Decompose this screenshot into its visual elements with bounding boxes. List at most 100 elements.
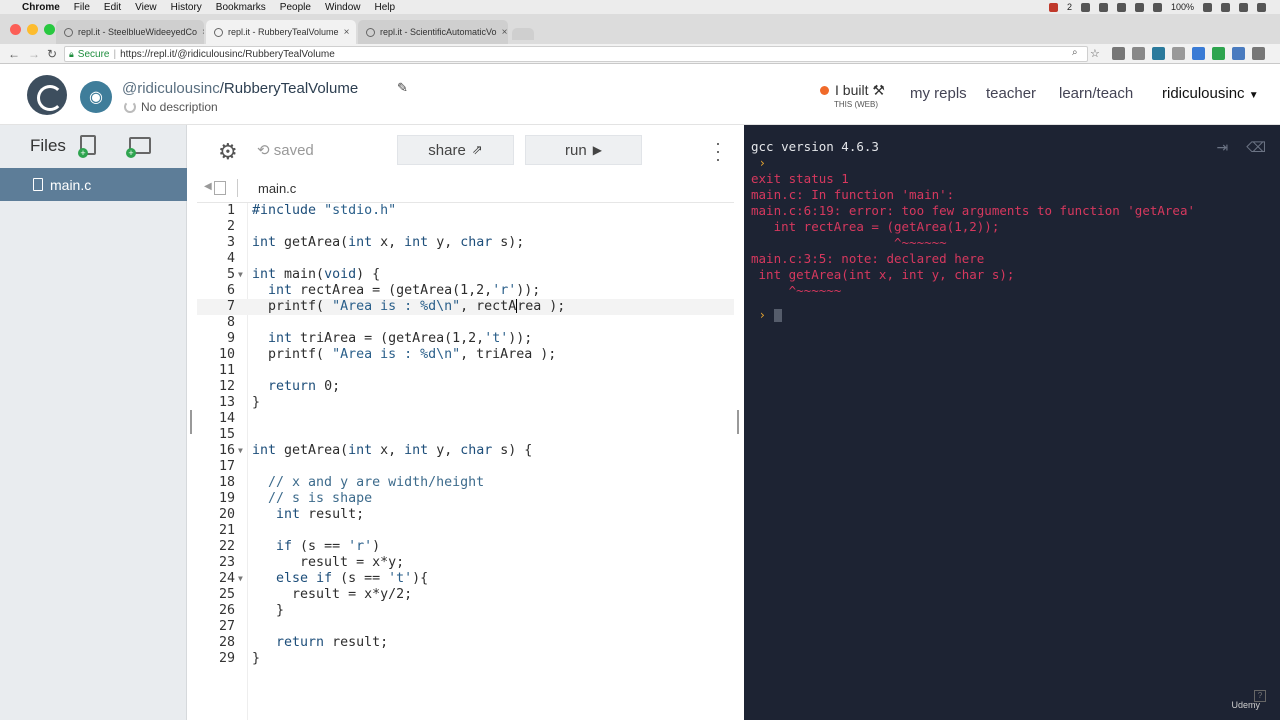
- url-field[interactable]: 🔒︎ Secure | https://repl.it/@ridiculousi…: [64, 46, 1088, 62]
- code-line[interactable]: 3 int getArea(int x, int y, char s);: [197, 235, 734, 251]
- add-folder-plus-icon[interactable]: +: [126, 148, 136, 158]
- fold-toggle-icon[interactable]: ▼: [238, 571, 243, 587]
- record-icon[interactable]: [1048, 2, 1058, 12]
- tab-scroll-left-icon[interactable]: ◀: [204, 181, 212, 192]
- browser-tab-1[interactable]: repl.it - SteelblueWideeyedCo ×: [56, 20, 204, 44]
- cloud-icon[interactable]: [1098, 2, 1108, 12]
- avatar[interactable]: ◉: [80, 81, 112, 113]
- repl-description[interactable]: No description: [124, 100, 218, 114]
- extension-icon[interactable]: [1252, 47, 1265, 60]
- clear-console-icon[interactable]: ⌫: [1246, 139, 1266, 156]
- code-line[interactable]: 22 if (s == 'r'): [197, 539, 734, 555]
- menu-people[interactable]: People: [280, 2, 311, 13]
- fold-toggle-icon[interactable]: ▼: [238, 267, 243, 283]
- code-line[interactable]: 19 // s is shape: [197, 491, 734, 507]
- notification-center-icon[interactable]: [1257, 2, 1266, 12]
- code-line[interactable]: 16 ▼ int getArea(int x, int y, char s) {: [197, 443, 734, 459]
- editor-resize-handle[interactable]: [737, 410, 739, 434]
- extension-icon[interactable]: [1212, 47, 1225, 60]
- search-icon[interactable]: [1239, 2, 1248, 12]
- code-line[interactable]: 13}: [197, 395, 734, 411]
- code-line[interactable]: 20 int result;: [197, 507, 734, 523]
- close-tab-icon[interactable]: ×: [502, 27, 508, 38]
- fold-toggle-icon[interactable]: ▼: [238, 443, 243, 459]
- wifi-icon[interactable]: [1134, 2, 1144, 12]
- gear-icon[interactable]: ⚙: [218, 139, 238, 165]
- code-line[interactable]: 14: [197, 411, 734, 427]
- nav-teacher[interactable]: teacher: [986, 85, 1036, 102]
- volume-icon[interactable]: [1152, 2, 1162, 12]
- code-line[interactable]: 15: [197, 427, 734, 443]
- code-line[interactable]: 8: [197, 315, 734, 331]
- dropbox-icon[interactable]: [1080, 2, 1090, 12]
- expand-console-icon[interactable]: ⇥: [1216, 139, 1228, 156]
- close-tab-icon[interactable]: ×: [202, 27, 204, 38]
- code-line[interactable]: 2: [197, 219, 734, 235]
- menu-window[interactable]: Window: [325, 2, 361, 13]
- share-button[interactable]: share ⇗: [397, 135, 514, 165]
- replit-logo-icon[interactable]: [27, 75, 67, 115]
- minimize-window-icon[interactable]: [27, 24, 38, 35]
- nav-learn-teach[interactable]: learn/teach: [1059, 85, 1133, 102]
- code-line[interactable]: 21: [197, 523, 734, 539]
- menu-history[interactable]: History: [171, 2, 202, 13]
- battery-icon[interactable]: [1203, 2, 1212, 12]
- forward-icon[interactable]: →: [28, 47, 40, 61]
- extension-icon[interactable]: [1232, 47, 1245, 60]
- new-tab-button[interactable]: [512, 28, 534, 40]
- menu-bookmarks[interactable]: Bookmarks: [216, 2, 266, 13]
- code-line[interactable]: 26 }: [197, 603, 734, 619]
- code-line[interactable]: 18 // x and y are width/height: [197, 475, 734, 491]
- run-button[interactable]: run ▶: [525, 135, 642, 165]
- reload-icon[interactable]: ↻: [47, 47, 57, 61]
- extension-icon[interactable]: [1152, 47, 1165, 60]
- console-panel[interactable]: gcc version 4.6.3 › exit status 1 main.c: …: [744, 125, 1280, 720]
- extension-icon[interactable]: [1112, 47, 1125, 60]
- code-line[interactable]: 4: [197, 251, 734, 267]
- menu-view[interactable]: View: [135, 2, 157, 13]
- add-file-plus-icon[interactable]: +: [78, 148, 88, 158]
- user-menu[interactable]: ridiculousinc ▼: [1162, 85, 1259, 102]
- menu-file[interactable]: File: [74, 2, 90, 13]
- back-icon[interactable]: ←: [8, 47, 20, 61]
- menu-edit[interactable]: Edit: [104, 2, 121, 13]
- files-resize-handle[interactable]: [190, 410, 192, 434]
- code-line[interactable]: 9 int triArea = (getArea(1,2,'t'));: [197, 331, 734, 347]
- close-tab-icon[interactable]: ×: [344, 27, 350, 38]
- extension-icon[interactable]: [1132, 47, 1145, 60]
- zoom-window-icon[interactable]: [44, 24, 55, 35]
- code-line[interactable]: 1 #include "stdio.h": [197, 203, 734, 219]
- browser-tab-3[interactable]: repl.it - ScientificAutomaticVo ×: [358, 20, 508, 44]
- more-options-icon[interactable]: · · ·: [715, 134, 721, 168]
- code-line[interactable]: 27: [197, 619, 734, 635]
- browser-tab-2[interactable]: repl.it - RubberyTealVolume ×: [206, 20, 356, 44]
- extension-icon[interactable]: [1192, 47, 1205, 60]
- code-line[interactable]: 23 result = x*y;: [197, 555, 734, 571]
- tab-main-c[interactable]: main.c: [258, 181, 296, 196]
- code-line[interactable]: 29}: [197, 651, 734, 667]
- close-window-icon[interactable]: [10, 24, 21, 35]
- edit-pencil-icon[interactable]: ✎: [397, 80, 408, 96]
- file-item-main-c[interactable]: main.c: [0, 168, 187, 201]
- code-line[interactable]: 6 int rectArea = (getArea(1,2,'r'));: [197, 283, 734, 299]
- code-line[interactable]: 24 ▼ else if (s == 't'){: [197, 571, 734, 587]
- menu-help[interactable]: Help: [375, 2, 396, 13]
- code-line[interactable]: 10 printf( "Area is : %d\n", triArea );: [197, 347, 734, 363]
- user-icon[interactable]: [1221, 2, 1230, 12]
- zoom-icon[interactable]: ⌕: [1072, 47, 1078, 58]
- nav-my-repls[interactable]: my repls: [910, 85, 967, 102]
- code-line[interactable]: 12 return 0;: [197, 379, 734, 395]
- menu-app[interactable]: Chrome: [22, 2, 60, 13]
- console-prompt[interactable]: ›: [751, 307, 1195, 323]
- code-line[interactable]: 7 printf( "Area is : %d\n", rectArea );: [197, 299, 734, 315]
- code-line[interactable]: 25 result = x*y/2;: [197, 587, 734, 603]
- time-machine-icon[interactable]: [1116, 2, 1126, 12]
- i-built-this-link[interactable]: I built ⚒ THIS (WEB): [820, 82, 885, 109]
- extension-icon[interactable]: [1172, 47, 1185, 60]
- code-area[interactable]: 1 #include "stdio.h" 2 3 int getArea(int x, …: [197, 203, 734, 720]
- repl-owner[interactable]: @ridiculousinc: [122, 80, 220, 97]
- code-line[interactable]: 11: [197, 363, 734, 379]
- bookmark-star-icon[interactable]: ☆: [1090, 47, 1100, 60]
- code-line[interactable]: 17: [197, 459, 734, 475]
- code-line[interactable]: 5 ▼ int main(void) {: [197, 267, 734, 283]
